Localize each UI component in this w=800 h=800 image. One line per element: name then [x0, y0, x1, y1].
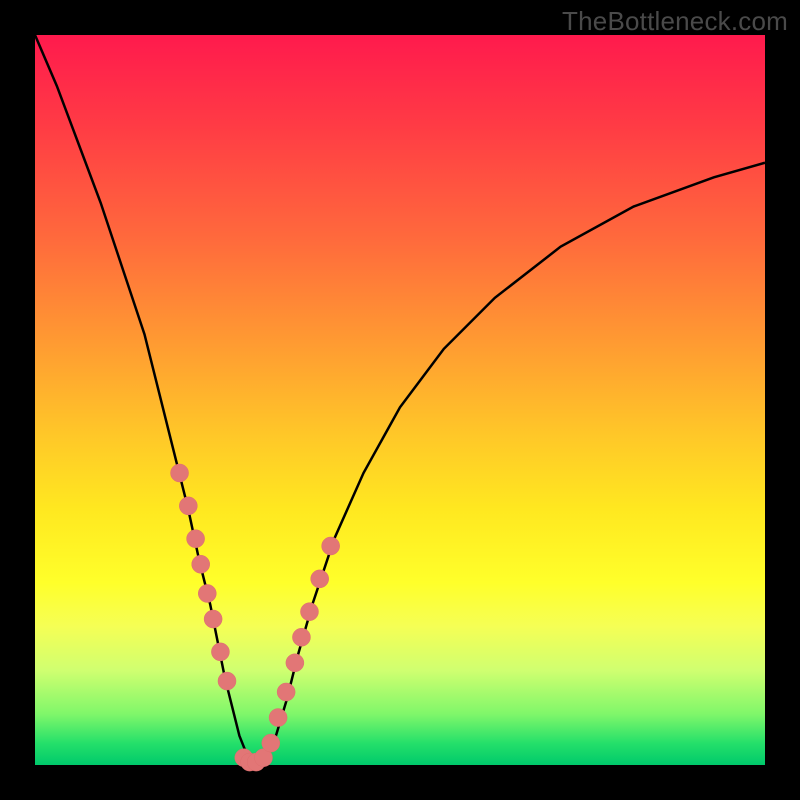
highlight-dot [187, 530, 205, 548]
highlight-dot [179, 497, 197, 515]
highlight-dots [171, 464, 340, 771]
highlight-dot [300, 603, 318, 621]
highlight-dot [171, 464, 189, 482]
highlight-dot [204, 610, 222, 628]
highlight-dot [192, 555, 210, 573]
bottleneck-curve [35, 35, 765, 762]
highlight-dot [311, 570, 329, 588]
highlight-dot [218, 672, 236, 690]
highlight-dot [277, 683, 295, 701]
highlight-dot [269, 709, 287, 727]
highlight-dot [292, 628, 310, 646]
highlight-dot [286, 654, 304, 672]
chart-frame: TheBottleneck.com [0, 0, 800, 800]
chart-overlay [35, 35, 765, 765]
highlight-dot [198, 584, 216, 602]
highlight-dot [322, 537, 340, 555]
highlight-dot [211, 643, 229, 661]
watermark-text: TheBottleneck.com [562, 6, 788, 37]
highlight-dot [262, 734, 280, 752]
